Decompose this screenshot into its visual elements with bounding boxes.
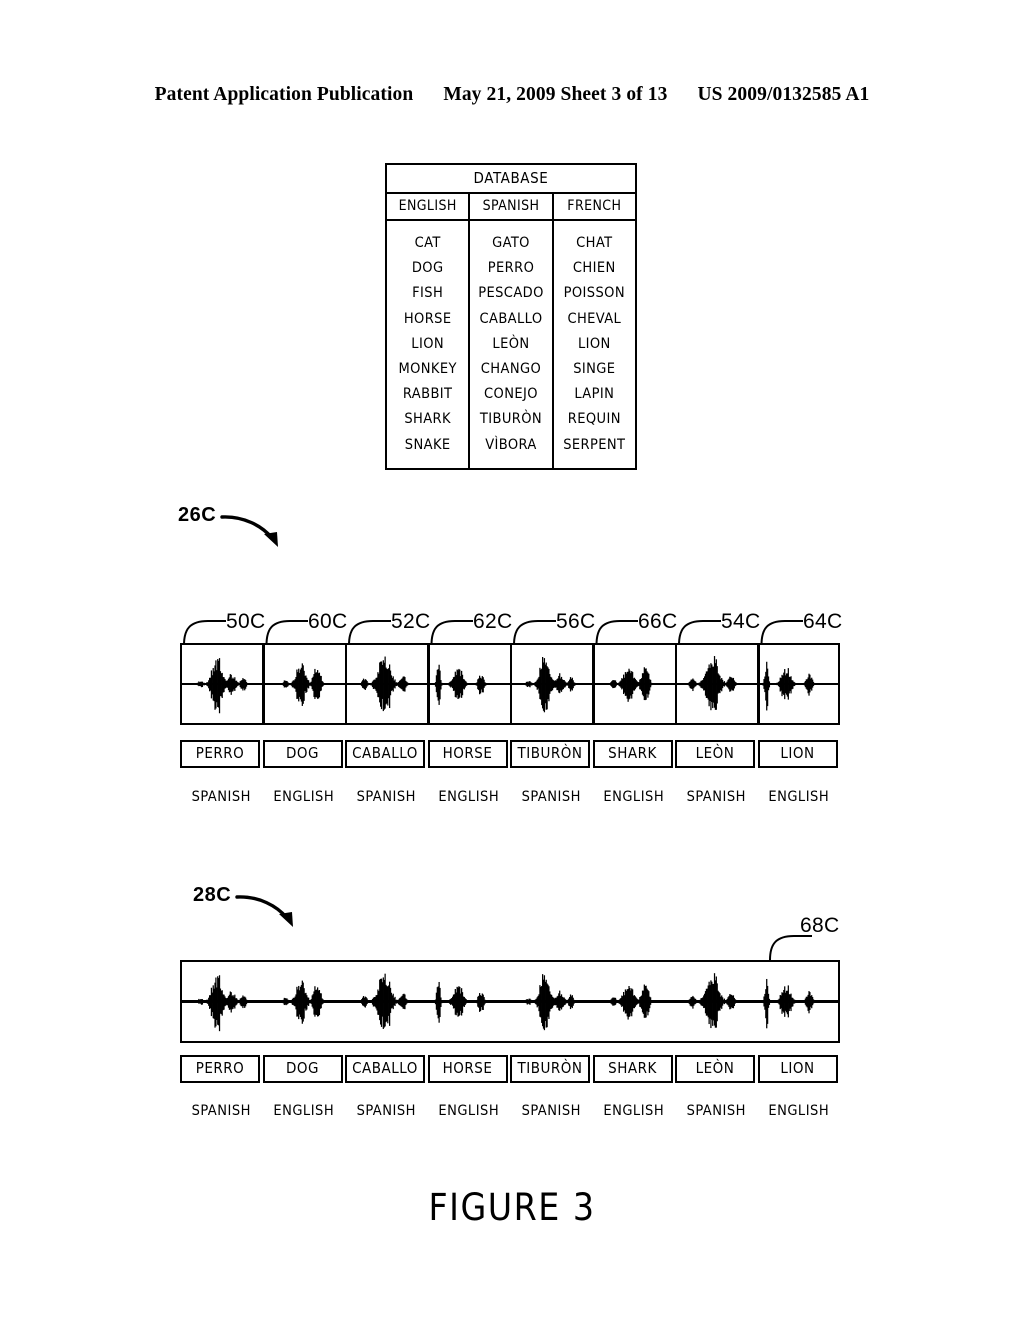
language-label: ENGLISH bbox=[768, 1103, 830, 1119]
database-word: CHIEN bbox=[572, 260, 616, 277]
callout-28c: 28C bbox=[193, 885, 313, 935]
word-label-cell: SHARK bbox=[592, 1055, 673, 1083]
database-word: SNAKE bbox=[404, 436, 451, 453]
header-date-sheet: May 21, 2009 Sheet 3 of 13 bbox=[443, 84, 668, 105]
leader-number-54c: 54C bbox=[721, 610, 761, 633]
segmented-waveform-display bbox=[180, 643, 840, 725]
page-header: Patent Application Publication May 21, 20… bbox=[0, 84, 1024, 106]
language-label: ENGLISH bbox=[438, 1103, 500, 1119]
word-label-cell: PERRO bbox=[180, 1055, 260, 1083]
word-label-cell: LEÒN bbox=[675, 740, 755, 768]
database-word: FISH bbox=[412, 285, 444, 302]
word-label-cell: PERRO bbox=[180, 740, 260, 768]
database-word: RABBIT bbox=[402, 386, 453, 403]
leader-number-62c: 62C bbox=[473, 610, 513, 633]
language-label: SPANISH bbox=[356, 1103, 416, 1119]
database-word: POISSON bbox=[563, 285, 625, 302]
leader-number-52c: 52C bbox=[391, 610, 431, 633]
header-publication: Patent Application Publication bbox=[154, 84, 414, 105]
database-column-header: SPANISH bbox=[468, 194, 551, 219]
database-column-header: FRENCH bbox=[551, 194, 635, 219]
database-word: LEÒN bbox=[492, 335, 530, 352]
database-word: SHARK bbox=[404, 411, 451, 428]
continuous-waveform-trace bbox=[191, 973, 838, 1032]
callout-26c: 26C bbox=[178, 505, 298, 555]
word-label-cell: LEÒN bbox=[675, 1055, 755, 1083]
segmented-waveform-trace bbox=[191, 656, 838, 714]
database-word: CABALLO bbox=[479, 310, 543, 327]
word-label-cell: HORSE bbox=[427, 740, 508, 768]
leader-number-50c: 50C bbox=[226, 610, 266, 633]
database-table: DATABASE ENGLISH SPANISH FRENCH CAT DOG … bbox=[385, 163, 637, 470]
language-label: ENGLISH bbox=[438, 789, 500, 805]
segmented-language-labels: SPANISH ENGLISH SPANISH ENGLISH SPANISH … bbox=[180, 789, 840, 805]
leader-number-68c: 68C bbox=[800, 914, 840, 937]
word-label-cell: CABALLO bbox=[345, 1055, 425, 1083]
database-word: VÌBORA bbox=[485, 436, 537, 453]
language-label: ENGLISH bbox=[603, 1103, 665, 1119]
database-word: REQUIN bbox=[567, 411, 621, 428]
language-label: SPANISH bbox=[191, 789, 251, 805]
continuous-language-labels: SPANISH ENGLISH SPANISH ENGLISH SPANISH … bbox=[180, 1103, 840, 1119]
continuous-waveform-display bbox=[180, 960, 840, 1043]
figure-caption: FIGURE 3 bbox=[428, 1186, 596, 1229]
language-label: SPANISH bbox=[521, 1103, 581, 1119]
header-patent-number: US 2009/0132585 A1 bbox=[697, 84, 870, 105]
word-label-cell: DOG bbox=[262, 740, 343, 768]
word-label-cell: CABALLO bbox=[345, 740, 425, 768]
database-word: SERPENT bbox=[563, 436, 626, 453]
language-label: SPANISH bbox=[191, 1103, 251, 1119]
database-title: DATABASE bbox=[387, 165, 635, 194]
word-label-cell: TIBURÒN bbox=[510, 1055, 590, 1083]
leader-number-64c: 64C bbox=[803, 610, 843, 633]
leader-number-60c: 60C bbox=[308, 610, 348, 633]
word-label-cell: LION bbox=[757, 740, 838, 768]
database-word: CHEVAL bbox=[567, 310, 622, 327]
language-label: SPANISH bbox=[356, 789, 416, 805]
database-word: CONEJO bbox=[484, 386, 538, 403]
language-label: ENGLISH bbox=[603, 789, 665, 805]
leader-number-66c: 66C bbox=[638, 610, 678, 633]
database-word: CHANGO bbox=[480, 361, 542, 378]
word-label-cell: HORSE bbox=[427, 1055, 508, 1083]
database-column-english: CAT DOG FISH HORSE LION MONKEY RABBIT SH… bbox=[387, 221, 468, 468]
database-word: DOG bbox=[411, 260, 444, 277]
callout-26c-arrow-icon bbox=[220, 515, 278, 547]
database-word: GATO bbox=[492, 235, 530, 251]
database-body: CAT DOG FISH HORSE LION MONKEY RABBIT SH… bbox=[387, 221, 635, 468]
word-label-cell: SHARK bbox=[592, 740, 673, 768]
language-label: ENGLISH bbox=[273, 789, 335, 805]
database-word: HORSE bbox=[403, 310, 452, 327]
database-word: PESCADO bbox=[478, 285, 544, 302]
database-word: MONKEY bbox=[398, 361, 457, 378]
word-label-cell: TIBURÒN bbox=[510, 740, 590, 768]
language-label: SPANISH bbox=[686, 789, 746, 805]
database-header-row: ENGLISH SPANISH FRENCH bbox=[387, 194, 635, 221]
segmented-word-labels: PERRO DOG CABALLO HORSE TIBURÒN SHARK LE… bbox=[180, 740, 840, 768]
database-word: PERRO bbox=[487, 260, 535, 277]
database-word: TIBURÒN bbox=[479, 411, 543, 428]
database-column-header: ENGLISH bbox=[398, 198, 457, 214]
database-word: LAPIN bbox=[574, 386, 615, 403]
language-label: SPANISH bbox=[686, 1103, 746, 1119]
database-word: CAT bbox=[414, 235, 441, 251]
language-label: SPANISH bbox=[521, 789, 581, 805]
database-column-french: CHAT CHIEN POISSON CHEVAL LION SINGE LAP… bbox=[551, 221, 635, 468]
callout-28c-arrow-icon bbox=[235, 895, 293, 927]
continuous-word-labels: PERRO DOG CABALLO HORSE TIBURÒN SHARK LE… bbox=[180, 1055, 840, 1083]
leader-number-56c: 56C bbox=[556, 610, 596, 633]
database-word: SINGE bbox=[573, 361, 616, 378]
language-label: ENGLISH bbox=[273, 1103, 335, 1119]
word-label-cell: LION bbox=[757, 1055, 838, 1083]
language-label: ENGLISH bbox=[768, 789, 830, 805]
database-word: CHAT bbox=[576, 235, 613, 251]
word-label-cell: DOG bbox=[262, 1055, 343, 1083]
database-word: LION bbox=[577, 335, 611, 352]
database-column-spanish: GATO PERRO PESCADO CABALLO LEÒN CHANGO C… bbox=[468, 221, 551, 468]
database-word: LION bbox=[411, 335, 445, 352]
